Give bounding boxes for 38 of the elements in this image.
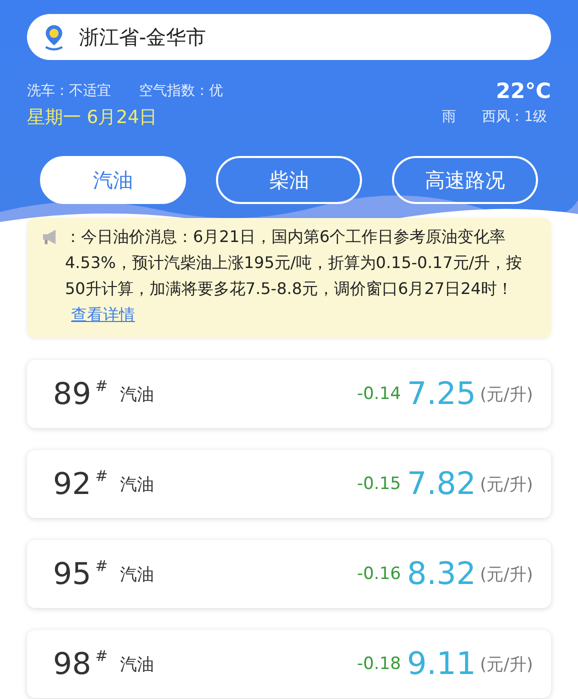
fuel-price: 8.32 (406, 556, 476, 592)
price-unit: (元/升) (480, 474, 533, 496)
grade-mark: # (95, 466, 108, 484)
car-wash-index: 洗车：不适宜 (27, 82, 111, 100)
fuel-name: 汽油 (120, 384, 154, 406)
location-text: 浙江省-金华市 (79, 24, 206, 50)
temperature: 22°C (496, 79, 551, 103)
fuel-name: 汽油 (120, 474, 154, 496)
fuel-price: 9.11 (406, 646, 476, 682)
fuel-tab[interactable]: 柴油 (216, 156, 362, 204)
price-unit: (元/升) (480, 654, 533, 676)
weather-condition: 雨 (442, 108, 456, 126)
fuel-tab[interactable]: 高速路况 (392, 156, 538, 204)
air-quality-index: 空气指数：优 (139, 82, 223, 100)
fuel-price: 7.25 (406, 376, 476, 412)
price-change: -0.14 (356, 384, 401, 404)
fuel-grade: 92 (53, 466, 92, 502)
price-unit: (元/升) (480, 564, 533, 586)
notice-text: ：今日油价消息：6月21日，国内第6个工作日参考原油变化率4.53%，预计汽柴油上涨195元/吨，折算为0.15-0.17元/升，按50升计算，加满将要多花7.5-8.8元，调价窗口6月27日24时！ 查看详情 (65, 226, 524, 326)
location-pin-icon (43, 23, 65, 51)
price-unit: (元/升) (480, 384, 533, 406)
fuel-name: 汽油 (120, 654, 154, 676)
grade-mark: # (95, 556, 108, 574)
wind-text: 西风：1级 (482, 108, 547, 126)
date-text: 星期一 6月24日 (27, 106, 158, 129)
location-bar[interactable]: 浙江省-金华市 (27, 14, 551, 60)
fuel-tab[interactable]: 汽油 (40, 156, 186, 204)
price-change: -0.15 (356, 474, 401, 494)
fuel-name: 汽油 (120, 564, 154, 586)
fuel-grade: 89 (53, 376, 92, 412)
price-change: -0.18 (356, 654, 401, 674)
fuel-price: 7.82 (406, 466, 476, 502)
grade-mark: # (95, 376, 108, 394)
fuel-grade: 98 (53, 646, 92, 682)
grade-mark: # (95, 646, 108, 664)
price-change: -0.16 (356, 564, 401, 584)
details-link[interactable]: 查看详情 (71, 305, 135, 324)
fuel-grade: 95 (53, 556, 92, 592)
